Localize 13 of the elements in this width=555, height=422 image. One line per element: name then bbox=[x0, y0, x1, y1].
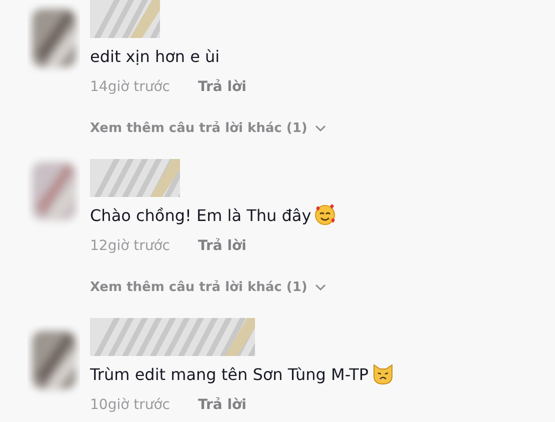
comment-time: 10giờ trước bbox=[90, 397, 170, 413]
more-replies-button[interactable]: Xem thêm câu trả lời khác (1) bbox=[90, 280, 326, 295]
reply-link[interactable]: Trả lời bbox=[198, 397, 246, 413]
comment-time: 12giờ trước bbox=[90, 238, 170, 254]
comment-text: edit xịn hơn e ùi bbox=[90, 46, 220, 66]
comment-text: Trùm edit mang tên Sơn Tùng M-TP bbox=[90, 364, 369, 384]
more-replies-button[interactable]: Xem thêm câu trả lời khác (1) bbox=[90, 121, 326, 136]
comment-time: 14giờ trước bbox=[90, 79, 170, 95]
comment-text: Chào chồng! Em là Thu đây bbox=[90, 206, 312, 224]
reply-link[interactable]: Trả lời bbox=[198, 79, 246, 95]
chevron-down-icon bbox=[315, 125, 326, 132]
chevron-down-icon bbox=[315, 284, 326, 291]
reply-link[interactable]: Trả lời bbox=[198, 238, 246, 254]
